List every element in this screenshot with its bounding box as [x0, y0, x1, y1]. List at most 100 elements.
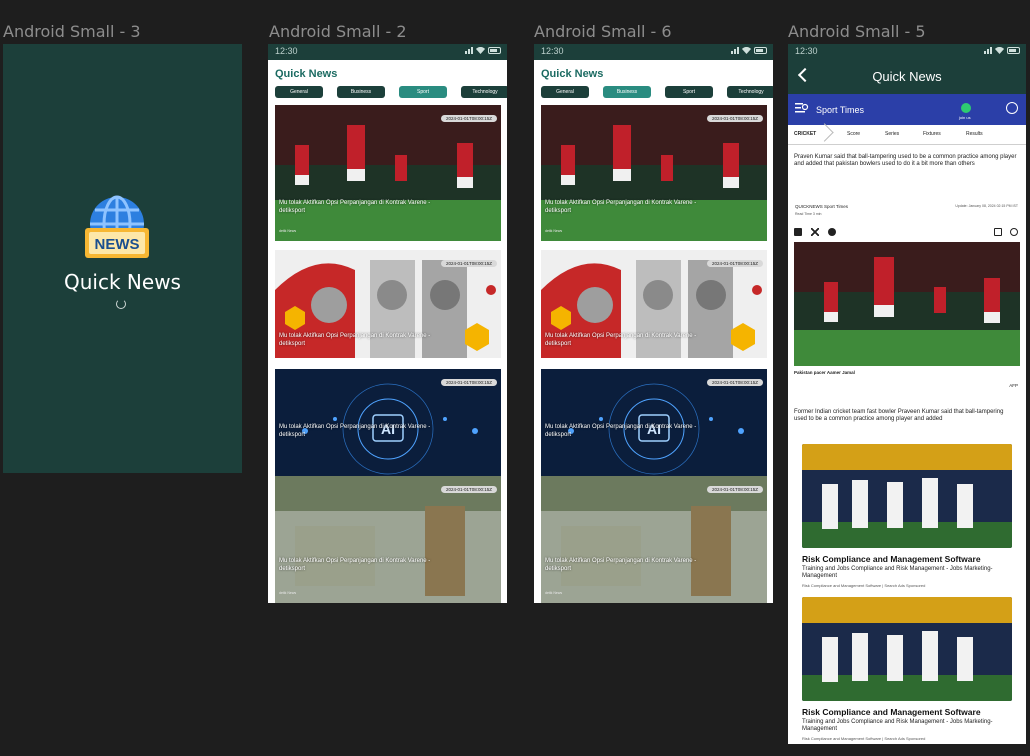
card-title: Mu tolak Aktifkan Opsi Perpanjangan di K… [545, 558, 697, 572]
market-photo [541, 476, 767, 603]
card-title: Mu tolak Aktifkan Opsi Perpanjangan di K… [279, 333, 431, 347]
team-photo [802, 444, 1012, 548]
ad-image[interactable] [802, 597, 1012, 701]
news-card[interactable]: 2024-01-01T08:00:15Z Mu tolak Aktifkan O… [275, 476, 501, 603]
subnav-fixtures[interactable]: Fixtures [923, 131, 941, 137]
card-date: 2024-01-01T08:00:15Z [440, 486, 497, 493]
status-bar: 12:30 [788, 44, 1026, 60]
news-card[interactable]: 2024-01-01T08:00:15Z Mu tolak Aktifkan O… [275, 250, 501, 358]
news-card[interactable]: AI 2024-01-01T08:00:15Z Mu tolak Aktifka… [541, 369, 767, 477]
card-date: 2024-01-01T08:00:15Z [440, 115, 497, 122]
news-logo-text: NEWS [95, 236, 140, 253]
article-image [794, 242, 1020, 366]
frame-label-splash: Android Small - 3 [3, 22, 141, 41]
card-source: detik News [545, 229, 563, 233]
mail-icon[interactable] [994, 228, 1002, 236]
status-time: 12:30 [541, 46, 564, 56]
tab-technology[interactable]: Technology [461, 86, 507, 98]
battery-icon [1007, 47, 1020, 54]
subnav-score[interactable]: Score [847, 131, 860, 137]
ad-title[interactable]: Risk Compliance and Management Software [802, 554, 981, 564]
subnav-cricket[interactable]: CRICKET [794, 131, 816, 137]
article-detail-screen: 12:30 Quick News Sport Times join us CRI… [788, 44, 1026, 744]
category-tabs: General Business Sport Technology [541, 86, 773, 98]
wifi-icon [742, 47, 751, 54]
card-title: Mu tolak Aktifkan Opsi Perpanjangan di K… [545, 333, 697, 347]
news-card[interactable]: 2024-01-01T08:00:15Z Mu tolak Aktifkan O… [541, 250, 767, 358]
wifi-icon [995, 47, 1004, 54]
tab-sport[interactable]: Sport [665, 86, 713, 98]
tab-business[interactable]: Business [603, 86, 651, 98]
card-source: detik News [279, 591, 297, 595]
news-card[interactable]: 2024-01-01T08:00:15Z Mu tolak Aktifkan O… [541, 476, 767, 603]
football-photo [794, 242, 1020, 366]
article-read-time: Read Time 3 min [795, 212, 822, 216]
image-credit: AFP [1009, 383, 1018, 388]
whatsapp-share-icon[interactable] [828, 228, 836, 236]
card-title: Mu tolak Aktifkan Opsi Perpanjangan di K… [545, 200, 697, 214]
subnav: CRICKET Score Series Fixtures Results [788, 123, 1026, 145]
comment-icon[interactable] [1010, 228, 1018, 236]
ad-title[interactable]: Risk Compliance and Management Software [802, 707, 981, 717]
app-title: Quick News [275, 68, 338, 80]
section-name[interactable]: Sport Times [816, 105, 864, 115]
card-source: detik News [279, 229, 297, 233]
chevron-right-icon [815, 123, 834, 142]
loading-spinner-icon [116, 299, 126, 309]
status-time: 12:30 [275, 46, 298, 56]
subnav-results[interactable]: Results [966, 131, 983, 137]
join-label[interactable]: join us [959, 115, 971, 120]
whatsapp-icon[interactable] [961, 103, 971, 113]
tab-general[interactable]: General [541, 86, 589, 98]
ad-image[interactable] [802, 444, 1012, 548]
card-title: Mu tolak Aktifkan Opsi Perpanjangan di K… [279, 424, 431, 438]
status-bar: 12:30 [534, 44, 773, 60]
card-date: 2024-01-01T08:00:15Z [706, 486, 763, 493]
facebook-icon[interactable] [794, 228, 802, 236]
tab-general[interactable]: General [275, 86, 323, 98]
card-source: detik News [545, 591, 563, 595]
user-icon[interactable] [1006, 102, 1018, 114]
card-title: Mu tolak Aktifkan Opsi Perpanjangan di K… [545, 424, 697, 438]
subnav-series[interactable]: Series [885, 131, 899, 137]
share-bar-right [994, 228, 1018, 236]
article-updated: Update: January 08, 2024 02:15 PM IST [955, 204, 1018, 208]
ad-description: Training and Jobs Compliance and Risk Ma… [802, 719, 993, 732]
news-list-screen-1: 12:30 Quick News General Business Sport … [268, 44, 507, 603]
menu-search-icon[interactable] [795, 102, 809, 114]
ad-source: Risk Compliance and Management Software … [802, 736, 926, 741]
signal-icon [731, 47, 739, 54]
splash-title: Quick News [64, 270, 181, 294]
card-date: 2024-01-01T08:00:15Z [706, 379, 763, 386]
tab-technology[interactable]: Technology [727, 86, 773, 98]
image-caption: Pakistan pacer Aamer Jamal [794, 370, 855, 375]
share-bar [794, 228, 836, 236]
card-date: 2024-01-01T08:00:15Z [440, 379, 497, 386]
tab-sport[interactable]: Sport [399, 86, 447, 98]
status-time: 12:30 [795, 46, 818, 56]
card-date: 2024-01-01T08:00:15Z [440, 260, 497, 267]
news-card[interactable]: 2024-01-01T08:00:15Z Mu tolak Aktifkan O… [275, 105, 501, 241]
battery-icon [488, 47, 501, 54]
x-icon[interactable] [811, 228, 819, 236]
category-tabs: General Business Sport Technology [275, 86, 507, 98]
article-body: Former Indian cricket team fast bowler P… [794, 409, 1004, 422]
section-bar: Sport Times join us [788, 94, 1026, 125]
app-title: Quick News [541, 68, 604, 80]
ad-description: Training and Jobs Compliance and Risk Ma… [802, 566, 993, 579]
news-logo-icon: NEWS [85, 195, 149, 258]
ad-source: Risk Compliance and Management Software … [802, 583, 926, 588]
article-author: QUICKNEWS Sport Times [795, 204, 849, 209]
signal-icon [465, 47, 473, 54]
news-list-screen-2: 12:30 Quick News General Business Sport … [534, 44, 773, 603]
detail-header: Quick News [788, 60, 1026, 94]
frame-label-detail: Android Small - 5 [788, 22, 926, 41]
news-card[interactable]: AI 2024-01-01T08:00:15Z Mu tolak Aktifka… [275, 369, 501, 477]
signal-icon [984, 47, 992, 54]
battery-icon [754, 47, 767, 54]
card-date: 2024-01-01T08:00:15Z [706, 260, 763, 267]
tab-business[interactable]: Business [337, 86, 385, 98]
splash-screen: NEWS Quick News [3, 44, 242, 473]
status-bar: 12:30 [268, 44, 507, 60]
news-card[interactable]: 2024-01-01T08:00:15Z Mu tolak Aktifkan O… [541, 105, 767, 241]
